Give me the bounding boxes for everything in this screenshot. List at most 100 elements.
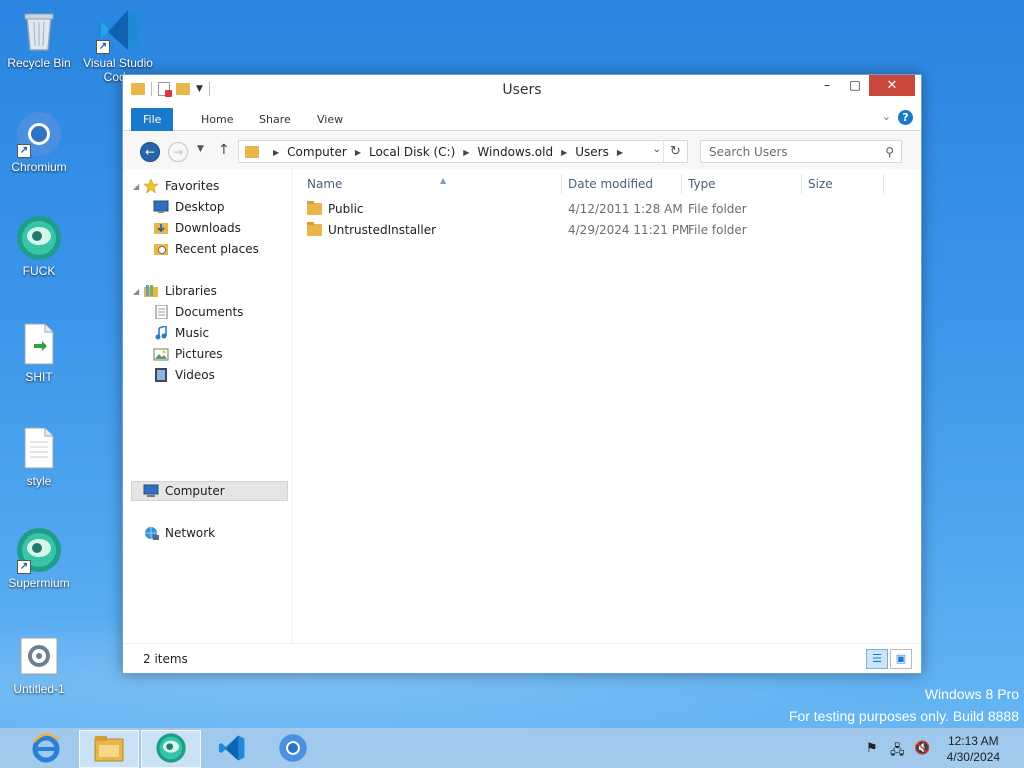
collapse-arrow-icon[interactable]: ◢ — [133, 182, 139, 191]
item-count: 2 items — [143, 652, 188, 666]
breadcrumb-arrow-icon[interactable]: ▶ — [617, 148, 623, 157]
table-row[interactable]: UntrustedInstaller 4/29/2024 11:21 PM Fi… — [303, 220, 903, 240]
taskbar-internet-explorer[interactable] — [16, 730, 76, 768]
taskbar: ⚑ 🖧 🔇 12:13 AM 4/30/2024 — [0, 728, 1024, 768]
refresh-icon: ↻ — [670, 144, 681, 159]
breadcrumb-users[interactable]: Users — [575, 145, 609, 159]
table-row[interactable]: Public 4/12/2011 1:28 AM File folder — [303, 199, 903, 219]
libraries-icon — [143, 284, 159, 298]
desktop-icon-label: Untitled-1 — [13, 682, 65, 696]
tree-item-desktop[interactable]: Desktop — [153, 197, 225, 217]
desktop-icon-label: style — [26, 474, 52, 488]
tree-label: Libraries — [165, 284, 217, 298]
recent-places-icon — [153, 242, 169, 256]
tree-item-videos[interactable]: Videos — [153, 365, 215, 385]
column-divider[interactable] — [561, 174, 562, 194]
maximize-button[interactable]: □ — [841, 75, 869, 96]
column-header-size[interactable]: Size — [808, 174, 833, 194]
breadcrumb-arrow-icon[interactable]: ▶ — [355, 148, 361, 157]
column-header-type[interactable]: Type — [688, 174, 716, 194]
desktop-icon-label: Chromium — [11, 160, 67, 174]
tree-libraries[interactable]: Libraries — [143, 281, 217, 301]
large-icons-view-button[interactable]: ▣ — [890, 649, 912, 669]
desktop-icon-style[interactable]: style — [1, 424, 77, 488]
system-clock[interactable]: 12:13 AM 4/30/2024 — [947, 733, 1000, 765]
recent-locations-dropdown-icon[interactable]: ▼ — [197, 144, 204, 154]
expand-ribbon-chevron-icon[interactable]: ⌄ — [882, 110, 891, 123]
tree-favorites[interactable]: Favorites — [143, 176, 219, 196]
desktop-icon-label: SHIT — [25, 370, 53, 384]
breadcrumb-windows-old[interactable]: Windows.old — [477, 145, 553, 159]
column-divider[interactable] — [883, 174, 884, 194]
address-history-dropdown-icon[interactable]: ⌄ — [653, 144, 661, 155]
desktop-icon-untitled-1[interactable]: Untitled-1 — [1, 632, 77, 696]
details-view-icon: ☰ — [872, 652, 882, 665]
help-icon[interactable]: ? — [898, 110, 913, 125]
back-button[interactable]: ← — [140, 142, 160, 162]
desktop-icon-fuck[interactable]: FUCK — [1, 214, 77, 278]
tree-item-documents[interactable]: Documents — [153, 302, 243, 322]
tab-share[interactable]: Share — [247, 108, 303, 131]
tree-computer[interactable]: Computer — [131, 481, 288, 501]
details-view-button[interactable]: ☰ — [866, 649, 888, 669]
folder-icon — [307, 222, 322, 236]
status-bar: 2 items ☰ ▣ — [123, 643, 921, 673]
tree-item-recent-places[interactable]: Recent places — [153, 239, 259, 259]
shortcut-arrow-icon: ↗ — [96, 40, 110, 54]
breadcrumb-arrow-icon[interactable]: ▶ — [561, 148, 567, 157]
desktop-icon — [153, 200, 169, 214]
address-bar[interactable]: ▶ Computer ▶ Local Disk (C:) ▶ Windows.o… — [238, 140, 688, 163]
taskbar-file-explorer[interactable] — [79, 730, 139, 768]
network-icon — [143, 526, 159, 540]
collapse-arrow-icon[interactable]: ◢ — [133, 287, 139, 296]
network-status-icon[interactable]: 🖧 — [890, 741, 905, 763]
tab-home[interactable]: Home — [189, 108, 245, 131]
column-header-name[interactable]: Name ▲ — [307, 174, 557, 194]
videos-icon — [153, 368, 169, 382]
desktop-icon-recycle-bin[interactable]: Recycle Bin — [1, 6, 77, 70]
tree-label: Downloads — [175, 221, 241, 235]
tree-network[interactable]: Network — [143, 523, 215, 543]
tree-label: Documents — [175, 305, 244, 319]
up-button[interactable]: ↑ — [218, 142, 230, 158]
title-bar[interactable]: ▼ Users – □ ✕ — [123, 75, 921, 105]
clock-date: 4/30/2024 — [946, 750, 1000, 764]
search-box[interactable]: ⚲ — [700, 140, 902, 163]
tree-item-pictures[interactable]: Pictures — [153, 344, 223, 364]
tab-view[interactable]: View — [305, 108, 355, 131]
column-header-date-modified[interactable]: Date modified — [568, 174, 653, 194]
tree-item-music[interactable]: Music — [153, 323, 209, 343]
breadcrumb-computer[interactable]: Computer — [287, 145, 347, 159]
breadcrumb-arrow-icon[interactable]: ▶ — [463, 148, 469, 157]
column-divider[interactable] — [681, 174, 682, 194]
sort-ascending-icon: ▲ — [440, 176, 447, 185]
tree-label: Desktop — [175, 200, 225, 214]
breadcrumb-arrow-icon[interactable]: ▶ — [273, 148, 279, 157]
minimize-button[interactable]: – — [813, 75, 841, 96]
desktop-icon-vscode[interactable]: ↗ Visual Studio Code — [80, 6, 156, 84]
taskbar-chromium[interactable] — [263, 730, 323, 768]
desktop-icon-label: Supermium — [8, 576, 70, 590]
column-divider[interactable] — [801, 174, 802, 194]
taskbar-supermium[interactable] — [141, 730, 201, 768]
tree-label: Music — [175, 326, 210, 340]
ribbon-tabs: File Home Share View ⌄ ? — [123, 105, 921, 131]
desktop-icon-supermium[interactable]: ↗ Supermium — [1, 526, 77, 590]
refresh-button[interactable]: ↻ — [663, 141, 687, 162]
action-center-flag-icon[interactable]: ⚑ — [866, 741, 878, 756]
forward-button[interactable]: → — [168, 142, 188, 162]
volume-muted-icon[interactable]: 🔇 — [914, 741, 930, 756]
taskbar-vscode[interactable] — [202, 730, 262, 768]
tab-file[interactable]: File — [131, 108, 174, 131]
back-arrow-icon: ← — [144, 145, 156, 159]
search-icon[interactable]: ⚲ — [885, 145, 894, 159]
document-shortcut-icon — [15, 320, 63, 368]
supermium-icon — [15, 214, 63, 262]
breadcrumb-local-disk[interactable]: Local Disk (C:) — [369, 145, 455, 159]
desktop-icon-shit[interactable]: SHIT — [1, 320, 77, 384]
tree-item-downloads[interactable]: Downloads — [153, 218, 241, 238]
close-button[interactable]: ✕ — [869, 75, 915, 96]
desktop-icon-chromium[interactable]: ↗ Chromium — [1, 110, 77, 174]
explorer-window: ▼ Users – □ ✕ File Home Share View ⌄ ? ←… — [122, 74, 922, 674]
search-input[interactable] — [701, 141, 871, 162]
